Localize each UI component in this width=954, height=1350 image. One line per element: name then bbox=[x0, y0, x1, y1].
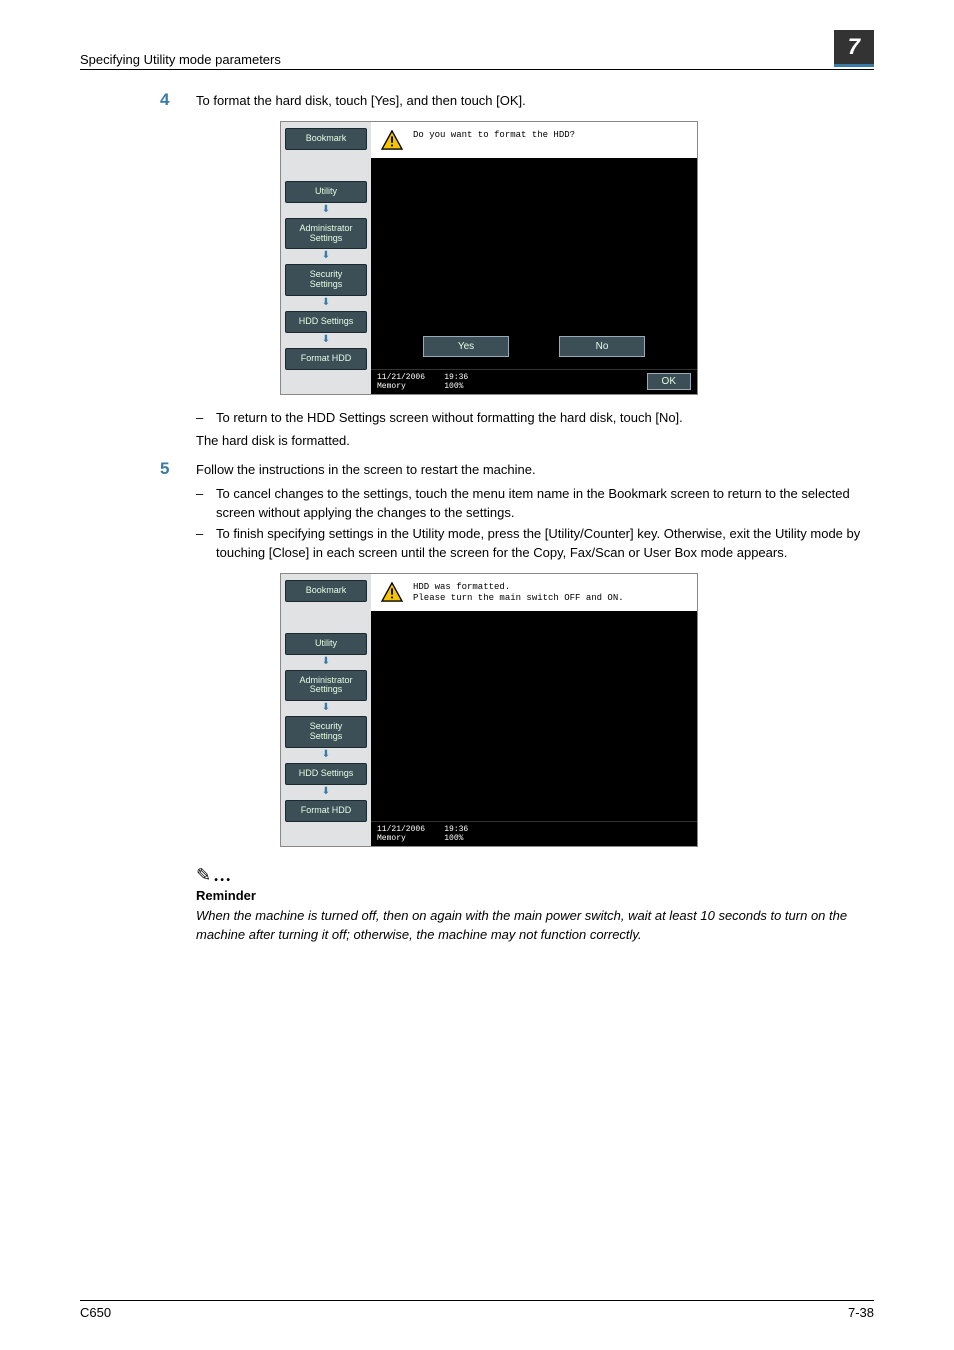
utility-button[interactable]: Utility bbox=[285, 633, 367, 655]
admin-settings-button[interactable]: Administrator Settings bbox=[285, 218, 367, 250]
down-arrow-icon: ⬇ bbox=[285, 250, 367, 261]
bookmark-button[interactable]: Bookmark bbox=[285, 580, 367, 602]
step5-bullet1: To cancel changes to the settings, touch… bbox=[216, 485, 874, 523]
security-settings-button[interactable]: Security Settings bbox=[285, 264, 367, 296]
step-number-4: 4 bbox=[160, 90, 196, 110]
ok-button[interactable]: OK bbox=[647, 373, 691, 390]
note-icon: ✎… bbox=[196, 865, 874, 886]
format-hdd-button[interactable]: Format HDD bbox=[285, 800, 367, 822]
step4-note2: The hard disk is formatted. bbox=[196, 432, 874, 451]
down-arrow-icon: ⬇ bbox=[285, 749, 367, 760]
bookmark-button[interactable]: Bookmark bbox=[285, 128, 367, 150]
status-bar-left: 11/21/2006 19:36 Memory 100% bbox=[377, 825, 468, 843]
down-arrow-icon: ⬇ bbox=[285, 204, 367, 215]
security-settings-button[interactable]: Security Settings bbox=[285, 716, 367, 748]
down-arrow-icon: ⬇ bbox=[285, 656, 367, 667]
step-number-5: 5 bbox=[160, 459, 196, 479]
down-arrow-icon: ⬇ bbox=[285, 334, 367, 345]
step5-text: Follow the instructions in the screen to… bbox=[196, 461, 874, 480]
down-arrow-icon: ⬇ bbox=[285, 297, 367, 308]
status-bar-left: 11/21/2006 19:36 Memory 100% bbox=[377, 373, 468, 391]
chapter-number: 7 bbox=[834, 30, 874, 67]
screenshot-format-confirm: Bookmark Utility ⬇ Administrator Setting… bbox=[280, 121, 698, 395]
step5-bullet2: To finish specifying settings in the Uti… bbox=[216, 525, 874, 563]
dialog-message: HDD was formatted. Please turn the main … bbox=[413, 582, 624, 604]
down-arrow-icon: ⬇ bbox=[285, 786, 367, 797]
footer-model: C650 bbox=[80, 1305, 111, 1320]
hdd-settings-button[interactable]: HDD Settings bbox=[285, 311, 367, 333]
dialog-message: Do you want to format the HDD? bbox=[413, 130, 575, 141]
utility-button[interactable]: Utility bbox=[285, 181, 367, 203]
footer-page: 7-38 bbox=[848, 1305, 874, 1320]
reminder-label: Reminder bbox=[196, 888, 874, 903]
admin-settings-button[interactable]: Administrator Settings bbox=[285, 670, 367, 702]
format-hdd-button[interactable]: Format HDD bbox=[285, 348, 367, 370]
down-arrow-icon: ⬇ bbox=[285, 702, 367, 713]
hdd-settings-button[interactable]: HDD Settings bbox=[285, 763, 367, 785]
screenshot-format-done: Bookmark Utility ⬇ Administrator Setting… bbox=[280, 573, 698, 847]
step4-text: To format the hard disk, touch [Yes], an… bbox=[196, 92, 874, 111]
no-button[interactable]: No bbox=[559, 336, 645, 357]
reminder-text: When the machine is turned off, then on … bbox=[196, 907, 874, 945]
step4-note1: To return to the HDD Settings screen wit… bbox=[216, 409, 683, 428]
warning-icon bbox=[381, 582, 403, 602]
header-title: Specifying Utility mode parameters bbox=[80, 52, 281, 67]
yes-button[interactable]: Yes bbox=[423, 336, 509, 357]
warning-icon bbox=[381, 130, 403, 150]
